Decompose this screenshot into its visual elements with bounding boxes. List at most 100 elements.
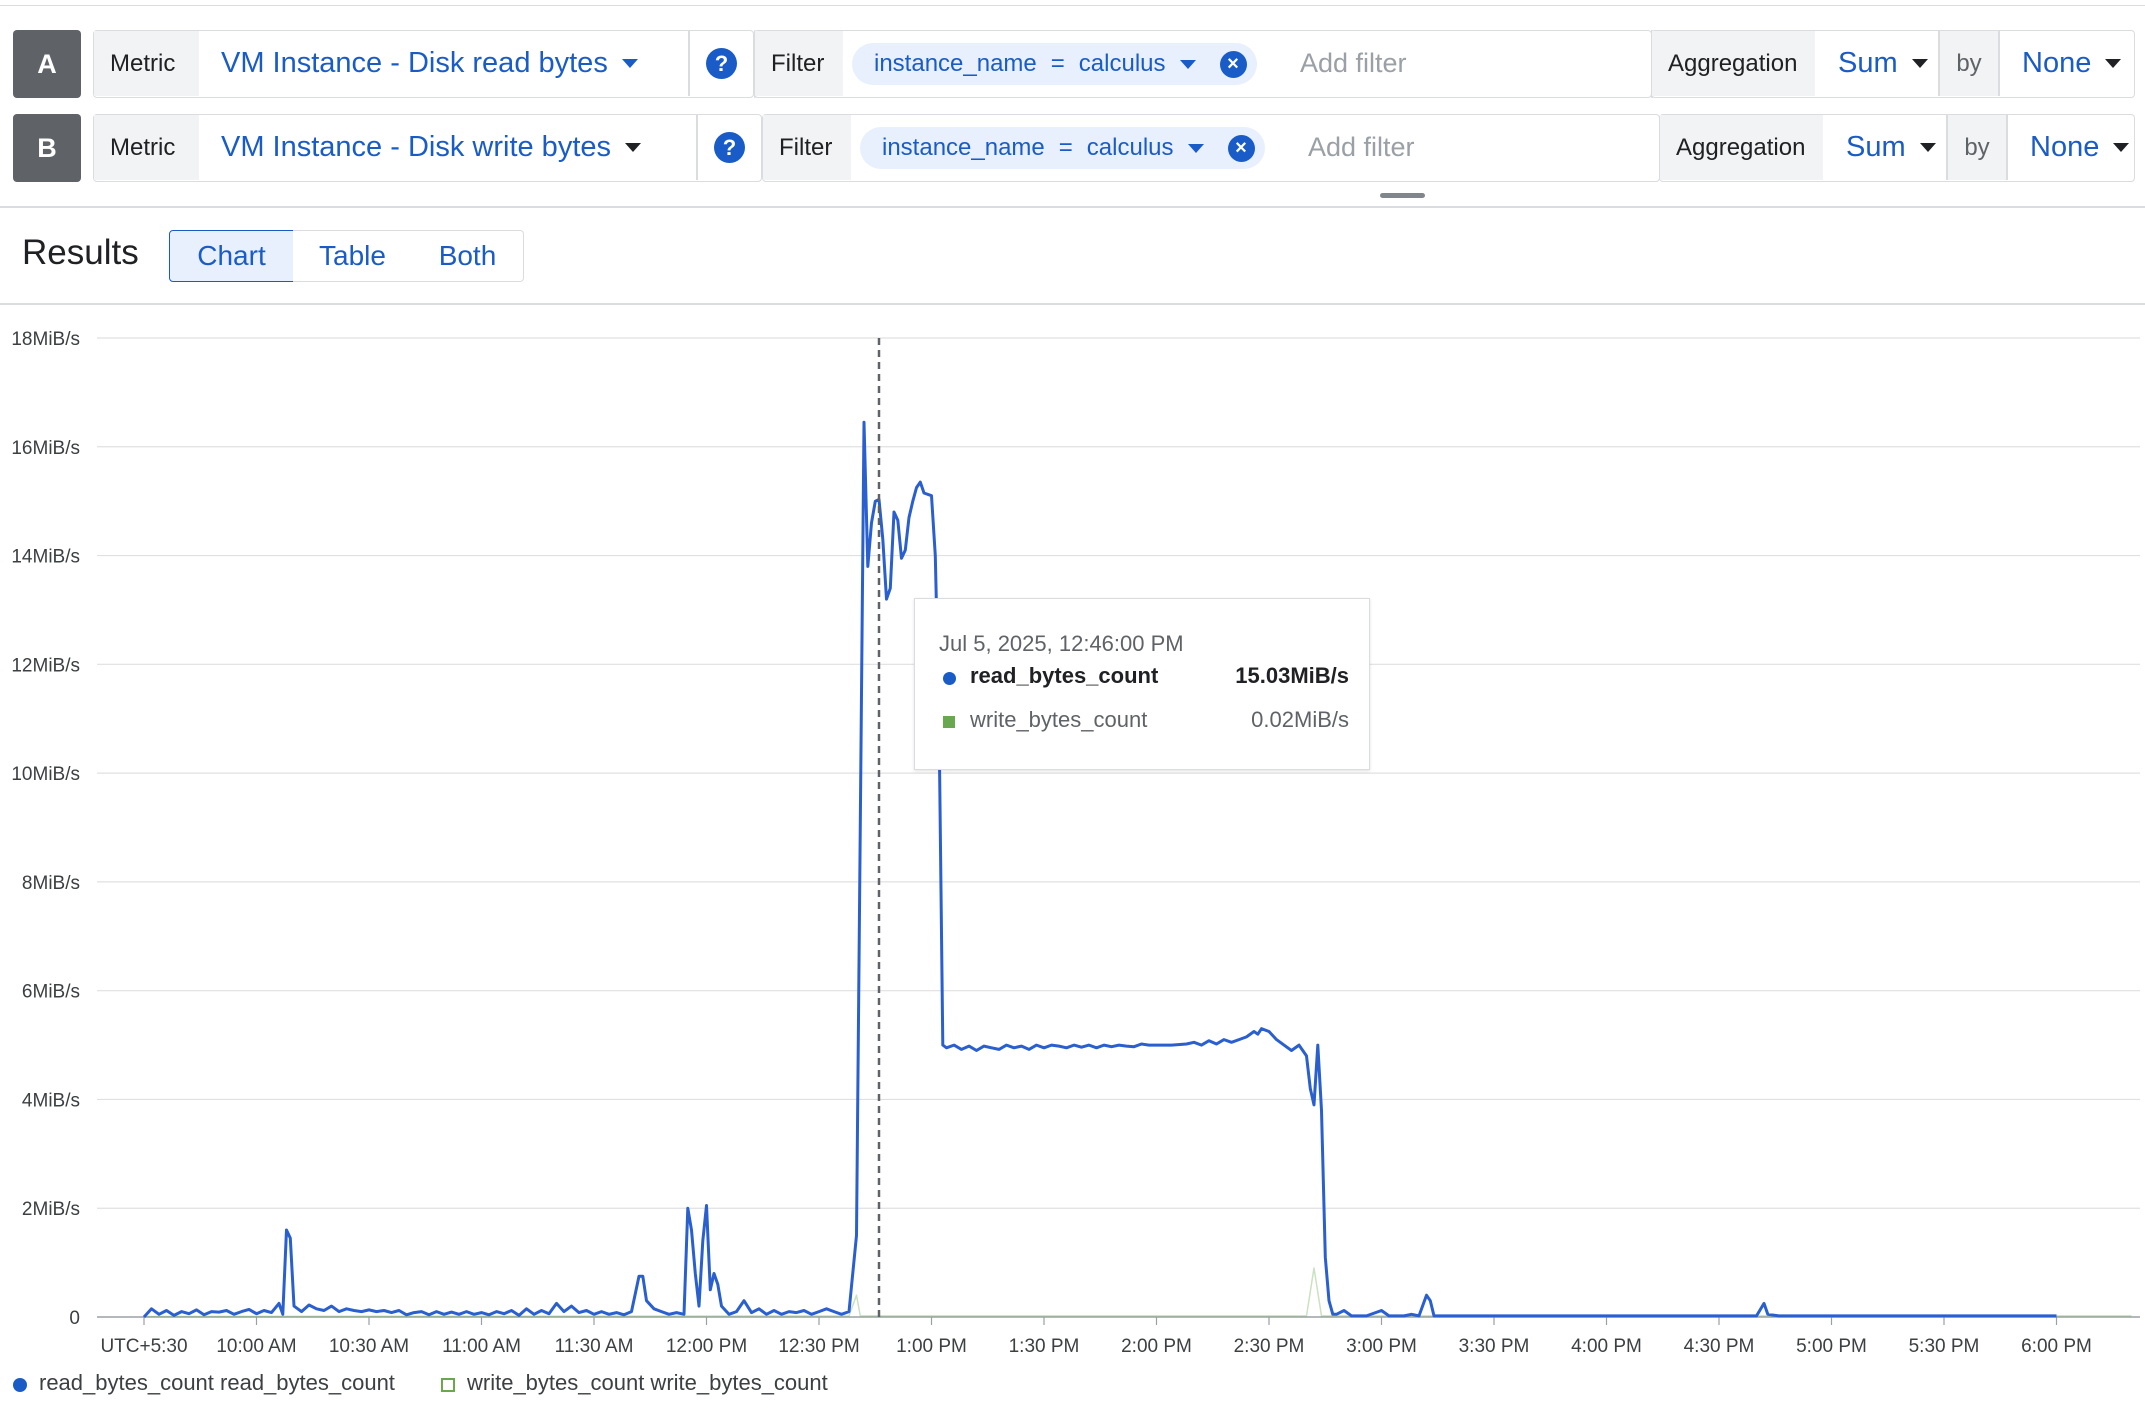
help-icon[interactable]: ? [714, 132, 745, 163]
x-tick-label: 11:00 AM [442, 1336, 521, 1357]
by-label: by [1948, 115, 2006, 180]
x-tick-label: 2:00 PM [1121, 1336, 1192, 1357]
series-line-read_bytes_count [142, 420, 2057, 1319]
metric-value: VM Instance - Disk write bytes [221, 131, 611, 163]
query-letter-b: B [13, 114, 81, 182]
tab-table[interactable]: Table [293, 230, 413, 282]
group-by-dropdown-b[interactable]: None [2030, 115, 2130, 180]
by-label: by [1940, 31, 1998, 96]
filter-label: Filter [763, 115, 851, 180]
filter-operator: = [1058, 134, 1073, 161]
group-by-value: None [2022, 47, 2092, 79]
y-tick-label: 6MiB/s [22, 982, 80, 1003]
divider [696, 115, 698, 180]
y-tick-label: 10MiB/s [11, 764, 80, 785]
x-tick-label: 4:00 PM [1571, 1336, 1642, 1357]
tooltip-series-value: 15.03MiB/s [1235, 663, 1349, 688]
x-tick-label: 12:00 PM [666, 1336, 747, 1357]
divider [1998, 31, 2000, 96]
tooltip-series-name: write_bytes_count [970, 707, 1148, 732]
tooltip-row-write: write_bytes_count 0.02MiB/s [939, 707, 1349, 737]
chevron-down-icon [1187, 143, 1204, 153]
x-tick-label: 6:00 PM [2021, 1336, 2092, 1357]
metric-selector-b: Metric VM Instance - Disk write bytes ? [93, 114, 762, 182]
aggregation-value: Sum [1838, 47, 1898, 79]
chevron-down-icon [1919, 143, 1936, 152]
y-tick-label: 14MiB/s [11, 547, 80, 568]
x-tick-label: UTC+5:30 [100, 1336, 187, 1357]
y-tick-label: 8MiB/s [22, 873, 80, 894]
metric-dropdown-a[interactable]: VM Instance - Disk read bytes [221, 31, 638, 96]
chevron-down-icon [1179, 59, 1196, 69]
chevron-down-icon [2113, 143, 2130, 152]
results-divider [0, 303, 2145, 305]
chevron-down-icon [2105, 59, 2122, 68]
y-tick-label: 18MiB/s [11, 329, 80, 350]
tab-chart[interactable]: Chart [169, 230, 294, 282]
top-border [0, 0, 2145, 6]
series-line-write_bytes_count [143, 1267, 2132, 1318]
divider [2006, 115, 2008, 180]
filter-label: Filter [755, 31, 843, 96]
filter-value: calculus [1078, 50, 1166, 77]
filter-chip-a[interactable]: instance_name = calculus × [852, 43, 1257, 85]
group-by-dropdown-a[interactable]: None [2022, 31, 2122, 96]
aggregation-dropdown-b[interactable]: Sum [1846, 115, 1936, 180]
tooltip-series-value: 0.02MiB/s [1251, 707, 1349, 732]
tooltip-row-read: read_bytes_count 15.03MiB/s [939, 663, 1349, 693]
filter-value: calculus [1086, 134, 1174, 161]
add-filter-input[interactable]: Add filter [1300, 31, 1407, 96]
filter-box-b: Filter instance_name = calculus × Add fi… [762, 114, 1660, 182]
tab-both[interactable]: Both [412, 230, 524, 282]
y-axis: 0 2MiB/s 4MiB/s 6MiB/s 8MiB/s 10MiB/s 12MiB/s 1… [11, 329, 80, 1329]
filter-box-a: Filter instance_name = calculus × Add fi… [754, 30, 1652, 98]
group-by-value: None [2030, 131, 2100, 163]
filter-chip-b[interactable]: instance_name = calculus × [860, 127, 1265, 169]
y-tick-label: 2MiB/s [22, 1199, 80, 1220]
x-tick-label: 5:00 PM [1796, 1336, 1867, 1357]
chevron-down-icon [625, 143, 641, 152]
chevron-down-icon [1911, 59, 1928, 68]
resize-handle[interactable] [1380, 193, 1425, 198]
x-tick-label: 5:30 PM [1909, 1336, 1980, 1357]
aggregation-box-b: Aggregation Sum by None [1659, 114, 2135, 182]
remove-filter-icon[interactable]: × [1219, 50, 1247, 78]
query-letter-a: A [13, 30, 81, 98]
y-tick-label: 0 [69, 1308, 80, 1329]
series-marker-icon [943, 716, 955, 728]
chart-series [142, 420, 2132, 1319]
aggregation-value: Sum [1846, 131, 1906, 163]
series-marker-icon [943, 672, 956, 685]
aggregation-dropdown-a[interactable]: Sum [1838, 31, 1928, 96]
metric-dropdown-b[interactable]: VM Instance - Disk write bytes [221, 115, 641, 180]
help-icon[interactable]: ? [706, 48, 737, 79]
x-tick-label: 10:30 AM [329, 1336, 409, 1357]
x-tick-label: 2:30 PM [1234, 1336, 1305, 1357]
chart-legend: read_bytes_count read_bytes_count write_… [0, 1368, 2145, 1408]
x-tick-label: 3:00 PM [1346, 1336, 1417, 1357]
y-tick-label: 16MiB/s [11, 438, 80, 459]
remove-filter-icon[interactable]: × [1227, 134, 1255, 162]
divider [688, 31, 690, 96]
x-tick-label: 3:30 PM [1459, 1336, 1530, 1357]
aggregation-box-a: Aggregation Sum by None [1651, 30, 2135, 98]
x-tick-label: 11:30 AM [555, 1336, 634, 1357]
add-filter-input[interactable]: Add filter [1308, 115, 1415, 180]
tooltip-series-name: read_bytes_count [970, 663, 1159, 688]
chart-grid [97, 337, 2140, 1325]
filter-operator: = [1050, 50, 1065, 77]
x-tick-label: 12:30 PM [778, 1336, 859, 1357]
aggregation-label: Aggregation [1660, 115, 1823, 180]
metric-label: Metric [94, 31, 199, 96]
y-tick-label: 12MiB/s [11, 655, 80, 676]
metric-selector-a: Metric VM Instance - Disk read bytes ? [93, 30, 754, 98]
x-tick-label: 1:00 PM [896, 1336, 967, 1357]
metric-value: VM Instance - Disk read bytes [221, 47, 608, 79]
aggregation-label: Aggregation [1652, 31, 1815, 96]
legend-item-read[interactable]: read_bytes_count read_bytes_count [39, 1370, 395, 1396]
line-chart[interactable]: 0 2MiB/s 4MiB/s 6MiB/s 8MiB/s 10MiB/s 12MiB/s 1… [0, 310, 2145, 1368]
legend-item-write[interactable]: write_bytes_count write_bytes_count [467, 1370, 828, 1396]
chart-tooltip: Jul 5, 2025, 12:46:00 PM read_bytes_coun… [914, 598, 1370, 770]
chevron-down-icon [621, 59, 638, 68]
section-divider [0, 206, 2145, 208]
